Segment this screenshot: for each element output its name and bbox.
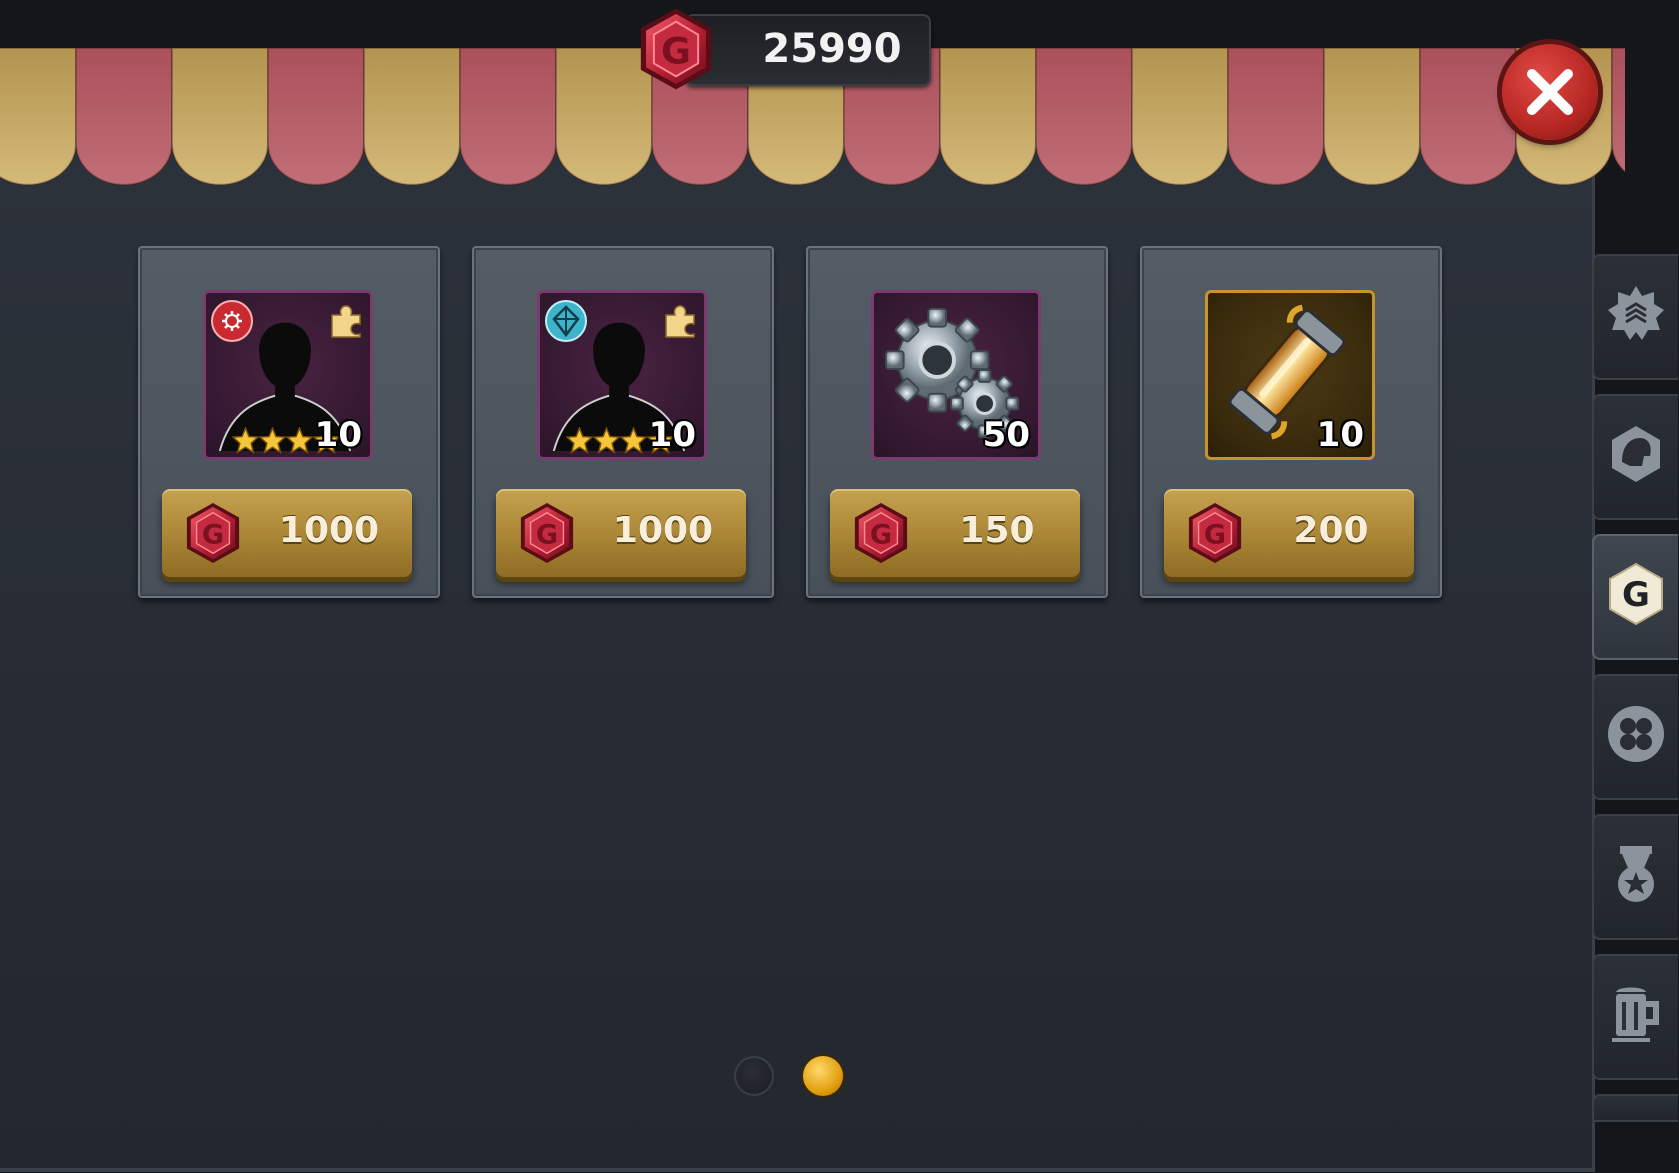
currency-amount: 25990 — [762, 26, 902, 72]
helmet-icon — [1612, 426, 1660, 482]
awning-stripe — [267, 48, 365, 186]
tab-badge[interactable] — [1592, 254, 1678, 380]
awning-stripe — [1227, 48, 1325, 186]
shop-item-card[interactable]: 10 1000 — [138, 246, 440, 598]
faction-emblem-icon — [211, 300, 253, 342]
medal-icon — [1618, 846, 1654, 902]
g-gem-icon — [1186, 501, 1244, 565]
item-quantity: 50 — [982, 415, 1030, 455]
awning-stripe — [75, 48, 173, 186]
g-gem-icon — [518, 501, 576, 565]
awning-stripe — [1131, 48, 1229, 186]
item-icon-frame: 50 — [871, 290, 1041, 460]
fragment-puzzle-icon — [660, 301, 700, 341]
item-icon-frame: 10 — [537, 290, 707, 460]
page-dot-2[interactable] — [803, 1056, 843, 1096]
price-label: 1000 — [612, 510, 714, 551]
tab-mug[interactable] — [1592, 954, 1678, 1080]
awning-stripe — [363, 48, 461, 186]
star-icon — [259, 427, 286, 454]
tab-medal[interactable] — [1592, 814, 1678, 940]
g-shop-label: G — [1622, 575, 1650, 615]
buy-button[interactable]: 1000 — [162, 489, 412, 577]
g-gem-icon — [852, 501, 910, 565]
tab-helmet[interactable] — [1592, 394, 1678, 520]
awning-stripe — [459, 48, 557, 186]
star-icon — [566, 427, 593, 454]
fragment-puzzle-icon — [326, 301, 366, 341]
awning-stripe — [1419, 48, 1517, 186]
mug-icon — [1612, 987, 1659, 1042]
faction-emblem-icon — [545, 300, 587, 342]
price-label: 200 — [1293, 510, 1369, 551]
shop-item-card[interactable]: 10 200 — [1140, 246, 1442, 598]
badge-icon — [1608, 286, 1664, 340]
item-icon-frame: 10 — [203, 290, 373, 460]
awning-stripe — [939, 48, 1037, 186]
tab-clover[interactable] — [1592, 674, 1678, 800]
g-gem-icon — [636, 6, 716, 92]
buy-button[interactable]: 200 — [1164, 489, 1414, 577]
star-icon — [232, 427, 259, 454]
price-label: 150 — [959, 510, 1035, 551]
shop-item-card[interactable]: 10 1000 — [472, 246, 774, 598]
shop-item-card[interactable]: 50 150 — [806, 246, 1108, 598]
g-gem-icon — [184, 501, 242, 565]
price-label: 1000 — [278, 510, 380, 551]
awning-stripe — [1035, 48, 1133, 186]
item-quantity: 10 — [648, 415, 696, 455]
item-quantity: 10 — [1316, 415, 1364, 455]
tab-more[interactable] — [1592, 1094, 1678, 1122]
page-dot-1[interactable] — [734, 1056, 774, 1096]
star-icon — [286, 427, 313, 454]
tab-g-shop[interactable]: G — [1592, 534, 1678, 660]
clover-icon — [1608, 706, 1664, 762]
star-icon — [620, 427, 647, 454]
buy-button[interactable]: 1000 — [496, 489, 746, 577]
star-icon — [593, 427, 620, 454]
item-quantity: 10 — [314, 415, 362, 455]
awning-stripe — [171, 48, 269, 186]
awning-stripe — [1611, 48, 1625, 174]
close-button[interactable] — [1502, 44, 1598, 140]
g-shop-icon: G — [1609, 562, 1663, 626]
item-icon-frame: 10 — [1205, 290, 1375, 460]
buy-button[interactable]: 150 — [830, 489, 1080, 577]
awning-stripe — [0, 48, 77, 186]
currency-display: 25990 — [685, 14, 931, 86]
close-icon — [1527, 69, 1573, 115]
awning-stripe — [1323, 48, 1421, 186]
